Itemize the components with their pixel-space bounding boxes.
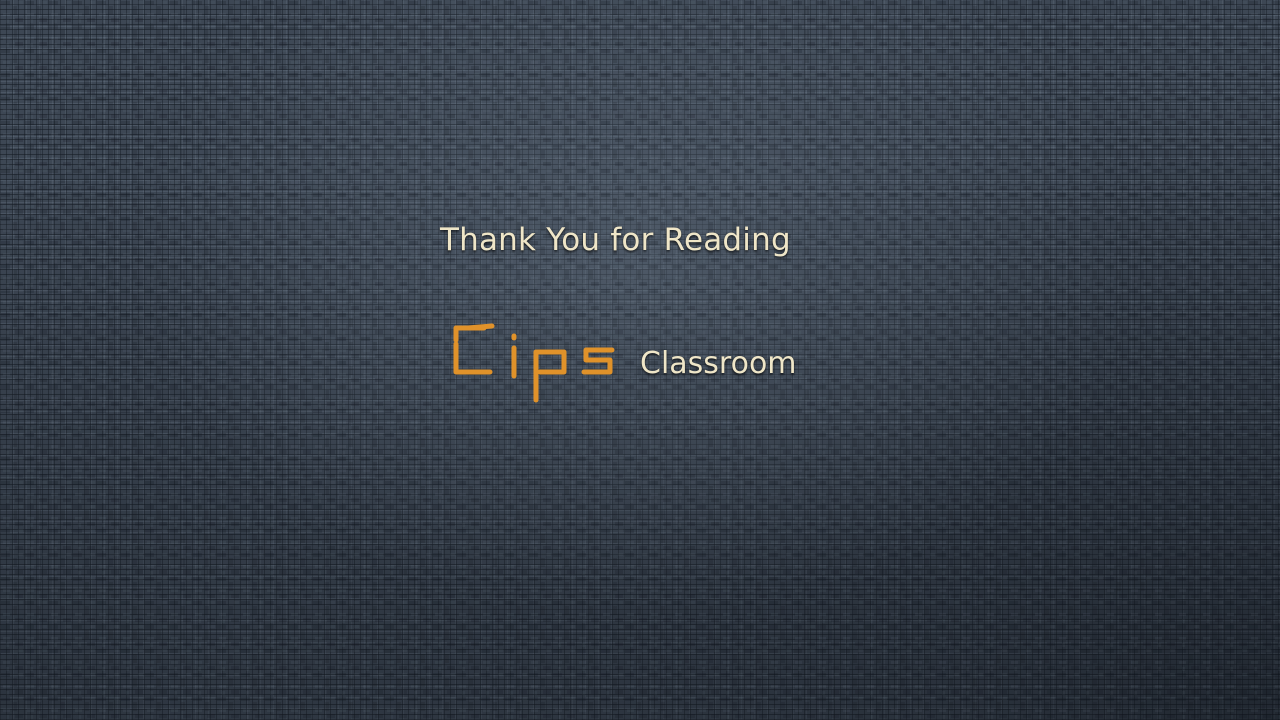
brand-logo: Classroom	[446, 320, 836, 410]
logo-wordmark: Classroom	[640, 346, 797, 381]
page-title: Thank You for Reading	[440, 222, 791, 258]
slide-background: Thank You for Reading Classroom	[0, 0, 1280, 720]
logo-mark-icon	[453, 323, 615, 403]
